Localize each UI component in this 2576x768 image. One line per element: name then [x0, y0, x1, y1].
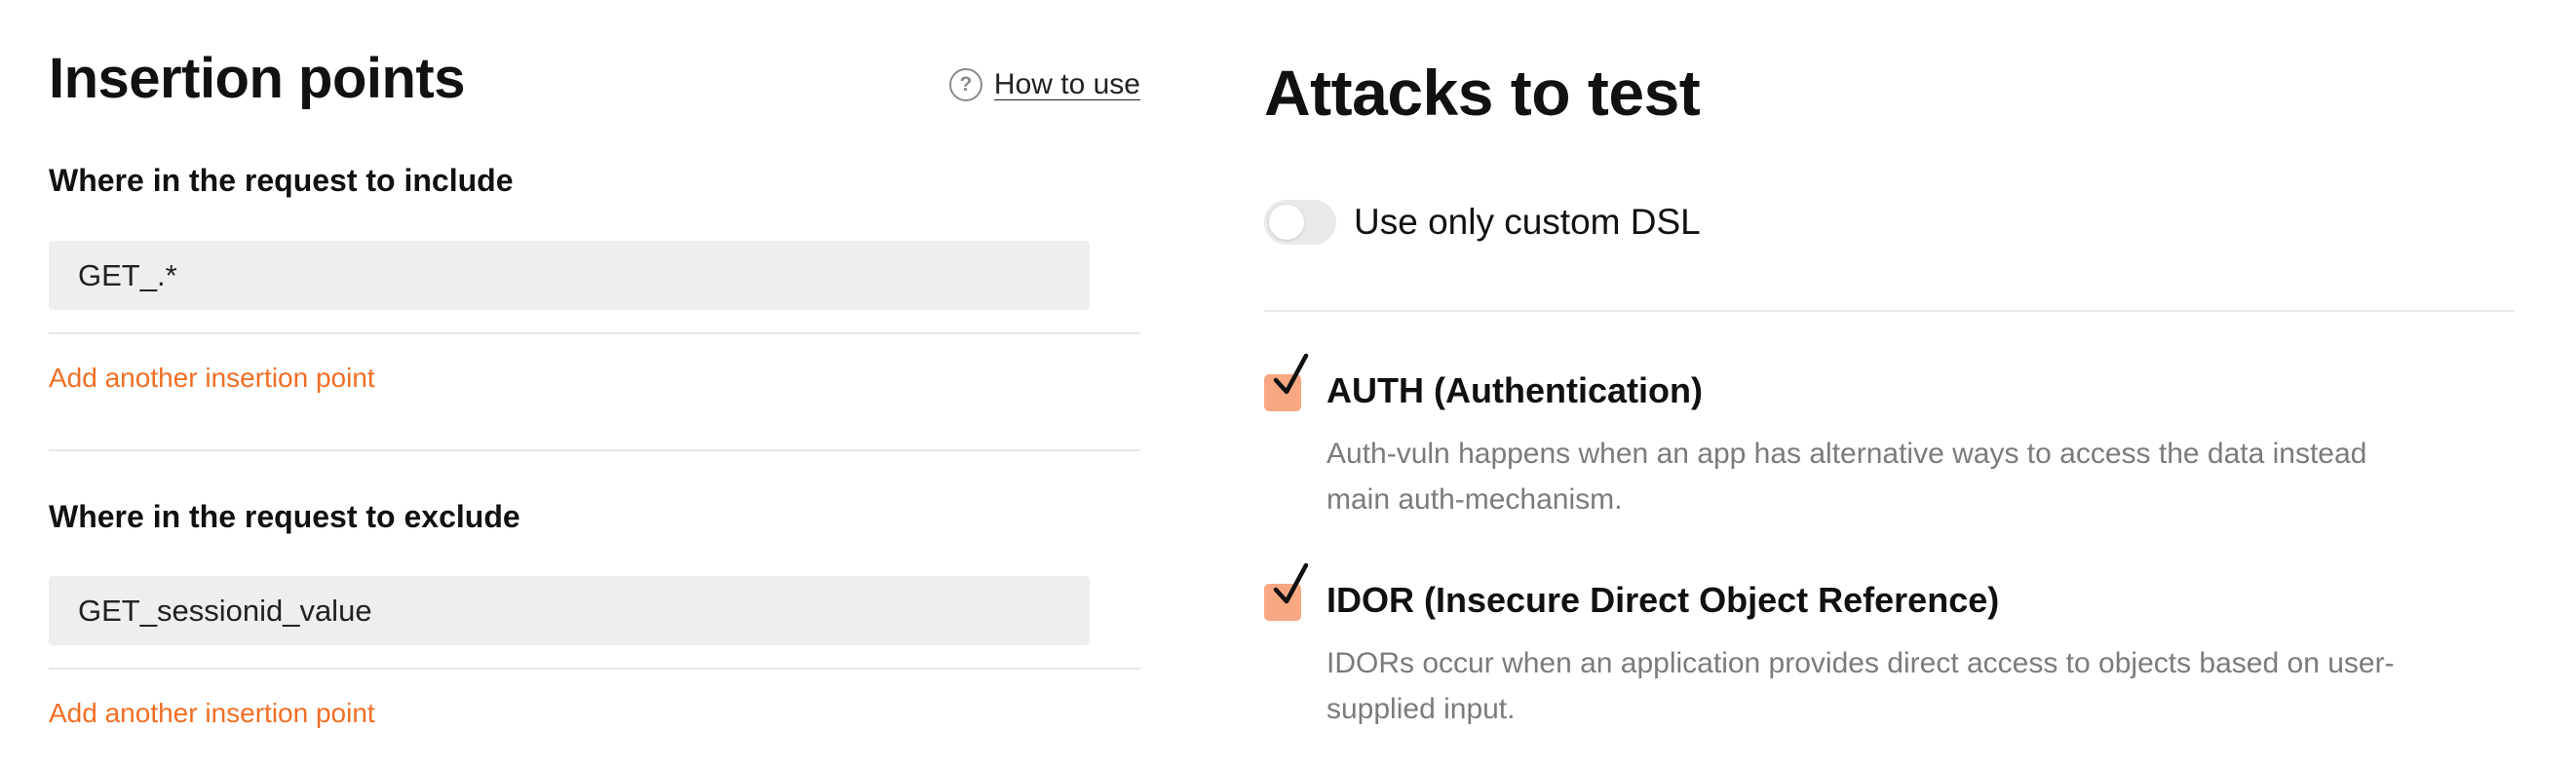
attacks-title: Attacks to test [1264, 57, 1701, 129]
include-label: Where in the request to include [49, 163, 514, 198]
exclude-insertion-point-input[interactable] [49, 576, 1090, 645]
toggle-knob [1269, 205, 1304, 240]
attacks-panel: Attacks to test Use only custom DSL AUTH… [1264, 0, 2515, 768]
insertion-points-title: Insertion points [49, 47, 466, 110]
include-field-divider [49, 332, 1140, 334]
custom-dsl-toggle[interactable]: Use only custom DSL [1264, 200, 1701, 245]
custom-dsl-label: Use only custom DSL [1354, 202, 1701, 242]
insertion-points-panel: Insertion points ? How to use Where in t… [49, 0, 1140, 768]
auth-checkbox[interactable] [1264, 353, 1309, 411]
attack-description-auth: Auth-vuln happens when an app has altern… [1326, 438, 2367, 516]
exclude-label: Where in the request to exclude [49, 499, 520, 534]
idor-checkbox[interactable] [1264, 562, 1309, 621]
attack-title-idor: IDOR (Insecure Direct Object Reference) [1326, 580, 2000, 620]
add-exclude-insertion-point-link[interactable]: Add another insertion point [49, 698, 375, 729]
attack-description-idor: IDORs occur when an application provides… [1326, 647, 2395, 725]
attacks-divider [1264, 310, 2515, 312]
exclude-field-divider [49, 668, 1140, 670]
section-divider [49, 449, 1140, 451]
add-include-insertion-point-link[interactable]: Add another insertion point [49, 363, 375, 394]
how-to-use-label: How to use [993, 68, 1140, 100]
checkmark-icon [1273, 353, 1309, 395]
attack-title-auth: AUTH (Authentication) [1326, 370, 1703, 410]
how-to-use-link[interactable]: ? How to use [948, 68, 1140, 101]
toggle-switch[interactable] [1264, 200, 1336, 245]
question-circle-icon: ? [948, 68, 982, 101]
include-insertion-point-input[interactable] [49, 241, 1090, 310]
checkmark-icon [1273, 562, 1309, 604]
